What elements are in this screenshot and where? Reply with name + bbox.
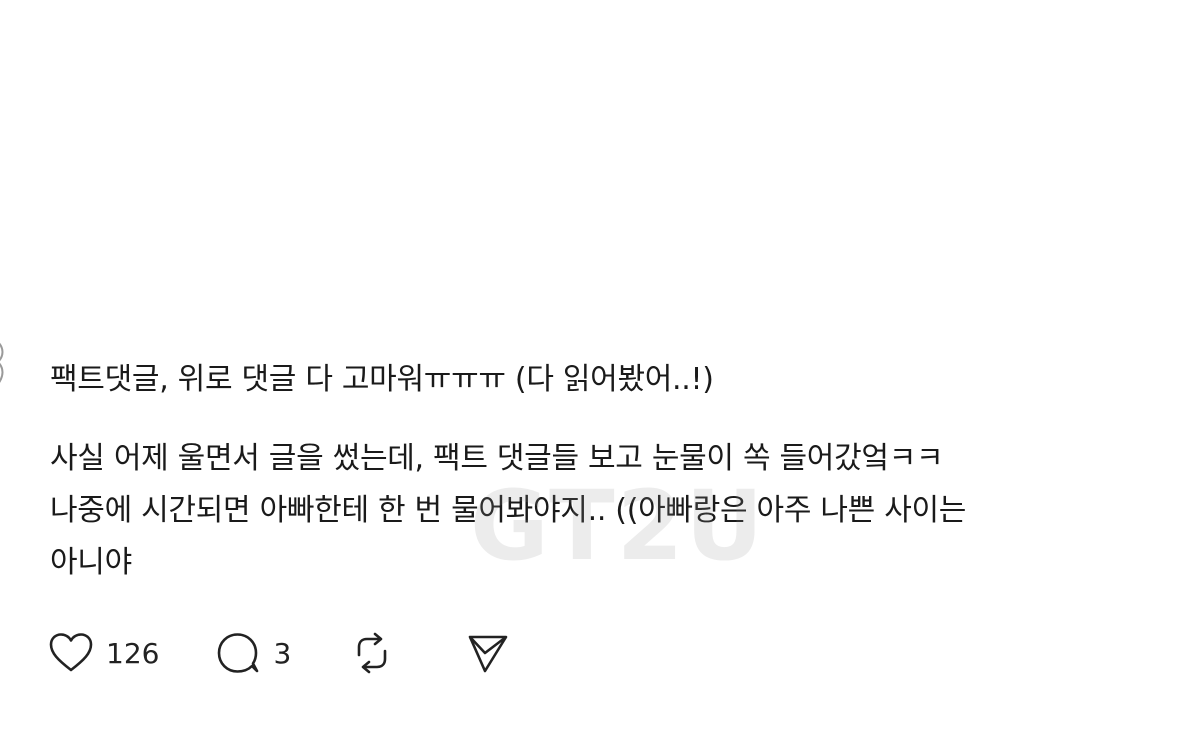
post-body-line: 나중에 시간되면 아빠한테 한 번 물어봐야지.. ((아빠랑은 아주 나쁜 사…	[50, 493, 967, 528]
send-icon	[468, 635, 508, 673]
thread-line-fragment	[0, 342, 4, 383]
post-body-line: 아니야	[50, 545, 132, 580]
repost-button[interactable]	[349, 631, 395, 675]
share-button[interactable]	[465, 631, 511, 675]
repost-icon	[357, 632, 387, 674]
comment-button[interactable]: 3	[215, 631, 291, 675]
like-button[interactable]: 126	[48, 632, 159, 674]
action-bar: 126 3	[48, 626, 511, 680]
post-title: 팩트댓글, 위로 댓글 다 고마워ㅠㅠㅠ (다 읽어봤어..!)	[50, 362, 714, 397]
heart-icon	[49, 633, 93, 672]
like-count: 126	[106, 636, 160, 670]
comment-count: 3	[273, 636, 292, 670]
post-body: 사실 어제 울면서 글을 썼는데, 팩트 댓글들 보고 눈물이 쏙 들어갔엌ㅋㅋ…	[50, 433, 1160, 589]
speech-bubble-icon	[218, 633, 259, 673]
post-body-line: 사실 어제 울면서 글을 썼는데, 팩트 댓글들 보고 눈물이 쏙 들어갔엌ㅋㅋ	[50, 441, 944, 476]
